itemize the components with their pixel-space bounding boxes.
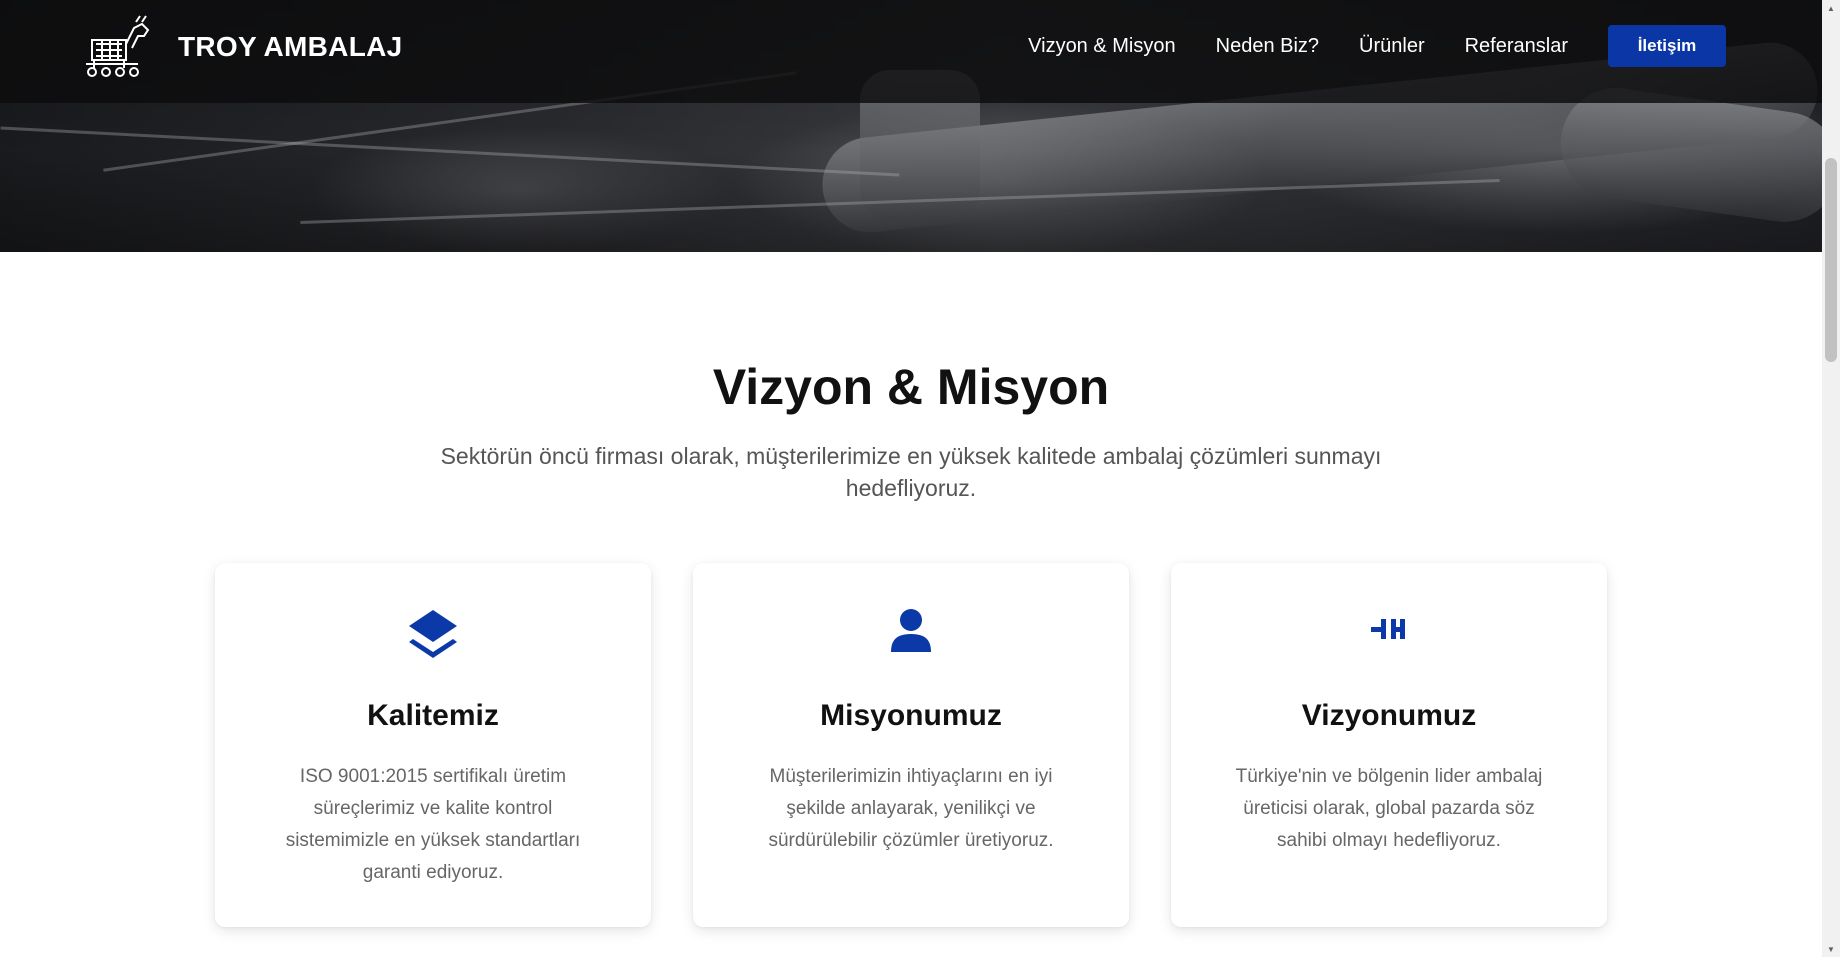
section-subtitle: Sektörün öncü firması olarak, müşteriler… [440, 443, 1382, 501]
hero-beam [0, 126, 900, 177]
scroll-up-arrow-icon[interactable]: ▲ [1822, 0, 1840, 16]
nav-link-urunler[interactable]: Ürünler [1359, 24, 1425, 68]
card-text: Müşterilerimizin ihtiyaçlarını en iyi şe… [768, 766, 1054, 851]
user-icon [891, 609, 931, 652]
section-title: Vizyon & Misyon [712, 359, 1110, 415]
card-mission: Misyonumuz Müşterilerimizin ihtiyaçların… [693, 563, 1129, 927]
nav-link-vizyon-misyon[interactable]: Vizyon & Misyon [1028, 24, 1175, 68]
hero-background: TROY AMBALAJ Vizyon & Misyon Neden Biz? … [0, 0, 1822, 252]
nav-links: Vizyon & Misyon Neden Biz? Ürünler Refer… [988, 24, 1726, 68]
card-quality: Kalitemiz ISO 9001:2015 sertifikalı üret… [215, 563, 651, 927]
page-scrollbar[interactable]: ▲ ▼ [1822, 0, 1840, 957]
nav-link-referanslar[interactable]: Referanslar [1465, 24, 1568, 68]
trojan-horse-icon [86, 15, 150, 77]
card-list: Kalitemiz ISO 9001:2015 sertifikalı üret… [215, 563, 1607, 927]
card-icon-wrapper [215, 608, 651, 664]
card-title: Kalitemiz [367, 699, 499, 732]
card-vision: Vizyonumuz Türkiye'nin ve bölgenin lider… [1171, 563, 1607, 927]
vision-icon [1371, 619, 1405, 639]
card-icon-wrapper [693, 608, 1129, 664]
scrollbar-thumb[interactable] [1825, 158, 1837, 362]
card-icon-wrapper [1171, 608, 1607, 664]
page: TROY AMBALAJ Vizyon & Misyon Neden Biz? … [0, 0, 1840, 957]
brand-home-link[interactable]: TROY AMBALAJ [82, 14, 403, 80]
card-title: Vizyonumuz [1301, 699, 1477, 732]
card-text: Türkiye'nin ve bölgenin lider ambalaj ür… [1235, 766, 1543, 851]
contact-button[interactable]: İletişim [1608, 25, 1726, 67]
layers-icon [409, 610, 457, 658]
navbar: TROY AMBALAJ Vizyon & Misyon Neden Biz? … [0, 0, 1822, 103]
card-text: ISO 9001:2015 sertifikalı üretim süreçle… [285, 766, 581, 883]
brand-name: TROY AMBALAJ [178, 31, 403, 62]
scroll-down-arrow-icon[interactable]: ▼ [1822, 941, 1840, 957]
nav-link-neden-biz[interactable]: Neden Biz? [1216, 24, 1319, 68]
card-title: Misyonumuz [820, 699, 1002, 732]
